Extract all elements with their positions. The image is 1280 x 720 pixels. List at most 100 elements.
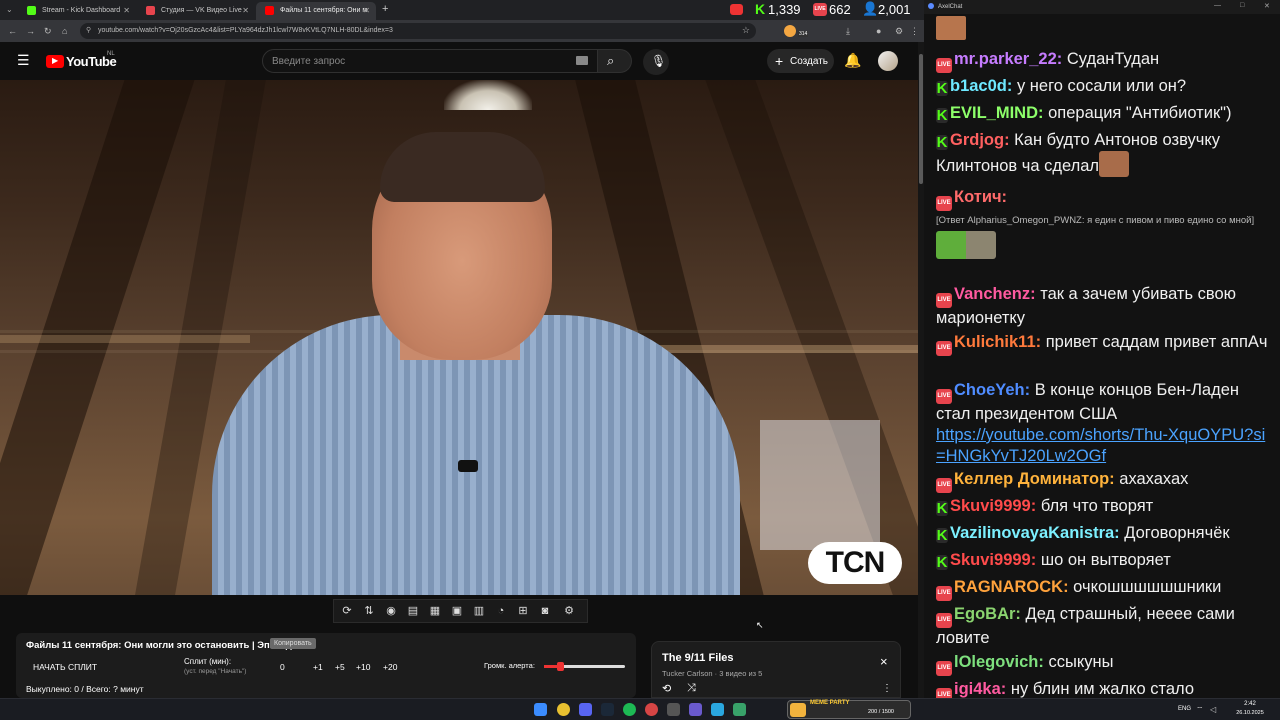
tab-kick-dashboard[interactable]: Stream - Kick Dashboard ✕ bbox=[18, 2, 136, 20]
notifications-bell-icon[interactable]: 🔔 bbox=[844, 52, 861, 69]
scrollbar-thumb[interactable] bbox=[919, 54, 923, 184]
create-button[interactable]: + Создать bbox=[767, 49, 834, 73]
more-options-icon[interactable]: ⋮ bbox=[882, 683, 892, 694]
chrome-icon[interactable] bbox=[557, 703, 570, 716]
chat-username[interactable]: Kulichik11: bbox=[954, 333, 1041, 351]
speed-icon[interactable]: ◔ bbox=[494, 604, 508, 618]
steam-icon[interactable] bbox=[601, 703, 614, 716]
network-icon[interactable]: ⌔ bbox=[1196, 705, 1204, 715]
chat-username[interactable]: lOlegovich: bbox=[954, 653, 1044, 671]
add-clip-icon[interactable]: ⊞ bbox=[516, 604, 530, 618]
minimize-icon[interactable]: — bbox=[1214, 2, 1221, 9]
screenshot-camera-icon[interactable]: ◙ bbox=[538, 604, 552, 618]
spotify-icon[interactable] bbox=[623, 703, 636, 716]
chat-username[interactable]: Келлер Доминатор: bbox=[954, 470, 1115, 488]
new-tab-button[interactable]: + bbox=[382, 3, 388, 15]
reload-icon[interactable]: ↻ bbox=[44, 25, 52, 37]
add-5-button[interactable]: +5 bbox=[335, 662, 345, 672]
chat-username[interactable]: igi4ka: bbox=[954, 680, 1006, 698]
close-icon[interactable]: ✕ bbox=[363, 6, 370, 15]
add-1-button[interactable]: +1 bbox=[313, 662, 323, 672]
chat-username[interactable]: RAGNAROCK: bbox=[954, 578, 1069, 596]
close-icon[interactable]: ✕ bbox=[123, 6, 130, 15]
search-button[interactable]: ⌕ bbox=[598, 49, 632, 73]
settings-icon[interactable]: ⚙ bbox=[895, 25, 903, 37]
loop-icon[interactable]: ⟳ bbox=[340, 604, 354, 618]
tab-list-icon[interactable]: ⌄ bbox=[6, 5, 13, 14]
discord-icon[interactable] bbox=[579, 703, 592, 716]
close-playlist-button[interactable]: × bbox=[880, 654, 888, 669]
search-input[interactable]: Введите запрос bbox=[262, 49, 598, 73]
film-icon[interactable]: ▥ bbox=[472, 604, 486, 618]
shuffle-icon[interactable]: ⤨ bbox=[687, 682, 696, 695]
sort-icon[interactable]: ⇅ bbox=[362, 604, 376, 618]
chat-username[interactable]: Skuvi9999: bbox=[950, 551, 1036, 569]
hamburger-menu-icon[interactable]: ☰ bbox=[17, 52, 30, 69]
alert-volume-slider[interactable] bbox=[544, 662, 625, 671]
extension-icon[interactable] bbox=[784, 25, 796, 37]
chat-username[interactable]: Skuvi9999: bbox=[950, 497, 1036, 515]
clapper-icon[interactable]: ▦ bbox=[428, 604, 442, 618]
chat-username[interactable]: Котич: bbox=[954, 188, 1007, 206]
tab-youtube-video[interactable]: Файлы 11 сентября: Они м ✕ bbox=[256, 2, 376, 20]
chat-message: LIVE Котич: [Ответ Alpharius_Omegon_PWNZ: … bbox=[936, 187, 1274, 259]
app-icon[interactable] bbox=[667, 703, 680, 716]
app-icon[interactable] bbox=[733, 703, 746, 716]
download-icon[interactable]: ⤓ bbox=[846, 25, 850, 37]
close-icon[interactable]: ✕ bbox=[242, 6, 249, 15]
menu-icon[interactable]: ⋮ bbox=[910, 25, 919, 37]
split-value[interactable]: 0 bbox=[280, 662, 285, 672]
chat-message: Kb1ac0d: у него сосали или он? bbox=[936, 76, 1274, 97]
captions-settings-icon[interactable]: ▤ bbox=[406, 604, 420, 618]
avatar[interactable] bbox=[878, 51, 898, 71]
copy-tag-button[interactable]: Копировать bbox=[270, 638, 316, 649]
gear-icon[interactable]: ⚙ bbox=[562, 604, 576, 618]
start-windows-icon[interactable] bbox=[534, 703, 547, 716]
video-player[interactable]: TCN bbox=[0, 80, 918, 595]
back-icon[interactable]: ← bbox=[8, 25, 17, 37]
add-10-button[interactable]: +10 bbox=[356, 662, 370, 672]
chat-titlebar: AxelChat — □ ✕ bbox=[924, 0, 1280, 14]
player-toolbar: ⟳ ⇅ ◉ ▤ ▦ ▣ ▥ ◔ ⊞ ◙ ⚙ ↖ bbox=[0, 595, 918, 630]
voice-search-button[interactable]: 🎙 bbox=[643, 49, 669, 75]
add-20-button[interactable]: +20 bbox=[383, 662, 397, 672]
maximize-icon[interactable]: □ bbox=[1240, 2, 1244, 9]
bookmark-star-icon[interactable]: ☆ bbox=[742, 25, 750, 36]
telegram-icon[interactable] bbox=[711, 703, 724, 716]
forward-icon[interactable]: → bbox=[26, 25, 35, 37]
clock-date[interactable]: 26.10.2025 bbox=[1234, 710, 1266, 716]
lapel-mic bbox=[458, 460, 478, 472]
site-info-icon[interactable]: ⚲ bbox=[86, 26, 91, 34]
alert-volume-handle[interactable] bbox=[557, 662, 565, 671]
chat-username[interactable]: VazilinovayaKanistra: bbox=[950, 524, 1120, 542]
chat-username[interactable]: ChoeYeh: bbox=[954, 381, 1030, 399]
clock-time[interactable]: 2:42 bbox=[1234, 701, 1266, 707]
home-icon[interactable]: ⌂ bbox=[62, 25, 67, 37]
profile-icon[interactable]: ● bbox=[876, 25, 881, 37]
chat-username[interactable]: mr.parker_22: bbox=[954, 50, 1062, 68]
chat-link[interactable]: https://youtube.com/shorts/Thu-XquOYPU?s… bbox=[936, 426, 1265, 465]
picture-in-picture-icon[interactable]: ▣ bbox=[450, 604, 464, 618]
vk-live-badge-icon: LIVE bbox=[936, 478, 952, 493]
close-window-icon[interactable]: ✕ bbox=[1264, 2, 1270, 10]
chat-username[interactable]: Grdjog: bbox=[950, 131, 1010, 149]
playlist-title[interactable]: The 9/11 Files bbox=[662, 652, 734, 664]
channel-watermark: TCN bbox=[808, 542, 902, 584]
chat-username[interactable]: Vanchenz: bbox=[954, 285, 1036, 303]
chat-window: AxelChat — □ ✕ LIVE mr.parker_22: СуданТу… bbox=[924, 0, 1280, 698]
app-icon[interactable] bbox=[689, 703, 702, 716]
chat-username[interactable]: EVIL_MIND: bbox=[950, 104, 1044, 122]
url-field[interactable]: ⚲ youtube.com/watch?v=Oj20sGzcAc4&list=P… bbox=[80, 23, 756, 39]
tab-vk-studio[interactable]: Студия — VK Видео Live ✕ bbox=[137, 2, 255, 20]
loop-playlist-icon[interactable]: ⟲ bbox=[662, 682, 671, 695]
shelf bbox=[0, 335, 250, 343]
obs-icon[interactable] bbox=[645, 703, 658, 716]
keyboard-language[interactable]: ENG bbox=[1178, 706, 1191, 712]
start-split-button[interactable]: НАЧАТЬ СПЛИТ bbox=[33, 662, 97, 672]
chat-username[interactable]: EgoBAr: bbox=[954, 605, 1021, 623]
chat-username[interactable]: b1ac0d: bbox=[950, 77, 1012, 95]
meme-party-widget[interactable]: MEME PARTY 200 / 1500 bbox=[787, 700, 911, 719]
audio-wave-icon[interactable]: ◉ bbox=[384, 604, 398, 618]
keyboard-icon[interactable] bbox=[576, 56, 588, 65]
volume-icon[interactable]: ◁ bbox=[1210, 705, 1216, 714]
